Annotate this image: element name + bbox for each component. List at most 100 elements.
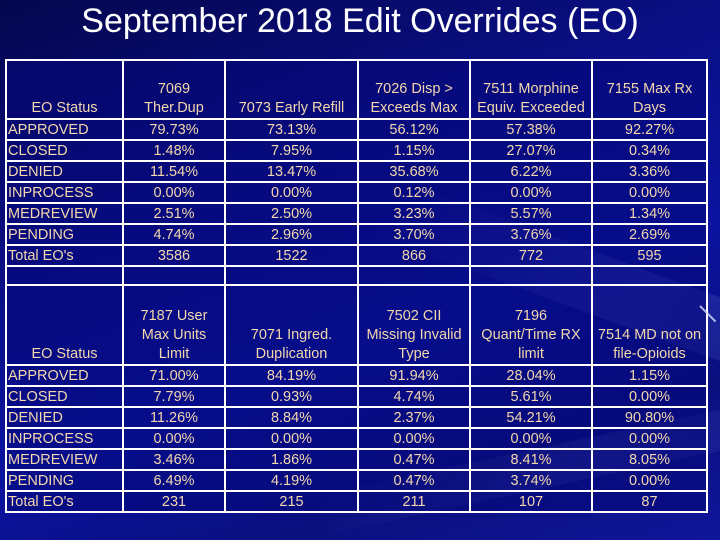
percentage-cell: 27.07%: [469, 139, 593, 162]
percentage-cell: 0.00%: [224, 181, 359, 204]
status-column-header: EO Status: [5, 284, 124, 366]
status-label: Total EO's: [5, 490, 124, 513]
percentage-cell: 8.41%: [469, 448, 593, 471]
percentage-cell: 8.05%: [591, 448, 708, 471]
percentage-cell: 1.86%: [224, 448, 359, 471]
status-label: PENDING: [5, 469, 124, 492]
percentage-cell: 0.00%: [591, 427, 708, 450]
percentage-cell: 0.00%: [591, 181, 708, 204]
edit-column-header: 7026 Disp > Exceeds Max: [357, 59, 471, 120]
header-line: 7502 CII: [386, 308, 442, 324]
percentage-cell: 2.69%: [591, 223, 708, 246]
total-count-cell: 87: [591, 490, 708, 513]
table-row: CLOSED 7.79% 0.93% 4.74% 5.61% 0.00%: [5, 385, 708, 408]
percentage-cell: 73.13%: [224, 118, 359, 141]
header-line: Max Units: [141, 327, 207, 343]
percentage-cell: 2.96%: [224, 223, 359, 246]
table-row: INPROCESS 0.00% 0.00% 0.12% 0.00% 0.00%: [5, 181, 708, 204]
percentage-cell: 92.27%: [591, 118, 708, 141]
percentage-cell: 0.00%: [357, 427, 471, 450]
percentage-cell: 0.47%: [357, 469, 471, 492]
percentage-cell: 84.19%: [224, 364, 359, 387]
header-line: 7155 Max Rx: [606, 81, 693, 97]
percentage-cell: 5.61%: [469, 385, 593, 408]
header-line: Limit: [158, 346, 190, 362]
percentage-cell: 56.12%: [357, 118, 471, 141]
table-row: Total EO's 231 215 211 107 87: [5, 490, 708, 513]
status-label: INPROCESS: [5, 181, 124, 204]
percentage-cell: 1.15%: [357, 139, 471, 162]
header-line: 7069: [157, 81, 191, 97]
percentage-cell: 79.73%: [122, 118, 226, 141]
percentage-cell: 1.15%: [591, 364, 708, 387]
empty-cell: [122, 265, 226, 286]
edit-overrides-table: EO Status 7069 Ther.Dup 7073 Early Refill 70…: [5, 59, 708, 513]
header-line: 7071 Ingred.: [250, 327, 333, 343]
percentage-cell: 1.34%: [591, 202, 708, 225]
percentage-cell: 7.79%: [122, 385, 226, 408]
total-count-cell: 595: [591, 244, 708, 267]
percentage-cell: 1.48%: [122, 139, 226, 162]
header-line: file-Opioids: [613, 346, 686, 362]
percentage-cell: 0.12%: [357, 181, 471, 204]
status-label: DENIED: [5, 406, 124, 429]
empty-cell: [5, 265, 124, 286]
status-label: APPROVED: [5, 364, 124, 387]
percentage-cell: 0.00%: [469, 427, 593, 450]
total-count-cell: 1522: [224, 244, 359, 267]
edit-column-header: 7069 Ther.Dup: [122, 59, 226, 120]
percentage-cell: 3.23%: [357, 202, 471, 225]
total-count-cell: 3586: [122, 244, 226, 267]
status-label: MEDREVIEW: [5, 448, 124, 471]
header-line: Quant/Time RX: [481, 327, 581, 343]
percentage-cell: 0.47%: [357, 448, 471, 471]
table-row: PENDING 6.49% 4.19% 0.47% 3.74% 0.00%: [5, 469, 708, 492]
edit-column-header: 7071 Ingred. Duplication: [224, 284, 359, 366]
header-line: 7187 User: [140, 308, 208, 324]
table-row: Total EO's 3586 1522 866 772 595: [5, 244, 708, 267]
percentage-cell: 90.80%: [591, 406, 708, 429]
header-line: Ther.Dup: [144, 100, 204, 116]
status-label: CLOSED: [5, 385, 124, 408]
table-row: MEDREVIEW 2.51% 2.50% 3.23% 5.57% 1.34%: [5, 202, 708, 225]
percentage-cell: 11.54%: [122, 160, 226, 183]
table-row: APPROVED 71.00% 84.19% 91.94% 28.04% 1.15%: [5, 364, 708, 387]
percentage-cell: 71.00%: [122, 364, 226, 387]
table-row: PENDING 4.74% 2.96% 3.70% 3.76% 2.69%: [5, 223, 708, 246]
percentage-cell: 0.34%: [591, 139, 708, 162]
header-line: limit: [518, 346, 544, 362]
table-row: DENIED 11.54% 13.47% 35.68% 6.22% 3.36%: [5, 160, 708, 183]
table-row: MEDREVIEW 3.46% 1.86% 0.47% 8.41% 8.05%: [5, 448, 708, 471]
percentage-cell: 57.38%: [469, 118, 593, 141]
percentage-cell: 4.74%: [122, 223, 226, 246]
header-line: Days: [632, 100, 667, 116]
percentage-cell: 4.19%: [224, 469, 359, 492]
header-line: 7026 Disp >: [375, 81, 453, 97]
empty-cell: [224, 265, 359, 286]
percentage-cell: 5.57%: [469, 202, 593, 225]
percentage-cell: 6.49%: [122, 469, 226, 492]
header-line: Duplication: [255, 346, 328, 362]
status-label: INPROCESS: [5, 427, 124, 450]
percentage-cell: 0.00%: [591, 469, 708, 492]
percentage-cell: 3.70%: [357, 223, 471, 246]
percentage-cell: 0.00%: [469, 181, 593, 204]
percentage-cell: 6.22%: [469, 160, 593, 183]
percentage-cell: 4.74%: [357, 385, 471, 408]
header-line: 7511 Morphine: [483, 81, 579, 97]
status-label: APPROVED: [5, 118, 124, 141]
percentage-cell: 0.00%: [122, 181, 226, 204]
percentage-cell: 3.74%: [469, 469, 593, 492]
edit-column-header: 7511 Morphine Equiv. Exceeded: [469, 59, 593, 120]
percentage-cell: 2.51%: [122, 202, 226, 225]
status-label: PENDING: [5, 223, 124, 246]
edit-column-header: 7502 CII Missing Invalid Type: [357, 284, 471, 366]
percentage-cell: 2.50%: [224, 202, 359, 225]
percentage-cell: 0.00%: [591, 385, 708, 408]
table-row: DENIED 11.26% 8.84% 2.37% 54.21% 90.80%: [5, 406, 708, 429]
empty-cell: [357, 265, 471, 286]
edit-column-header: 7514 MD not on file-Opioids: [591, 284, 708, 366]
header-line: 7073 Early Refill: [238, 100, 345, 116]
status-label: MEDREVIEW: [5, 202, 124, 225]
percentage-cell: 8.84%: [224, 406, 359, 429]
